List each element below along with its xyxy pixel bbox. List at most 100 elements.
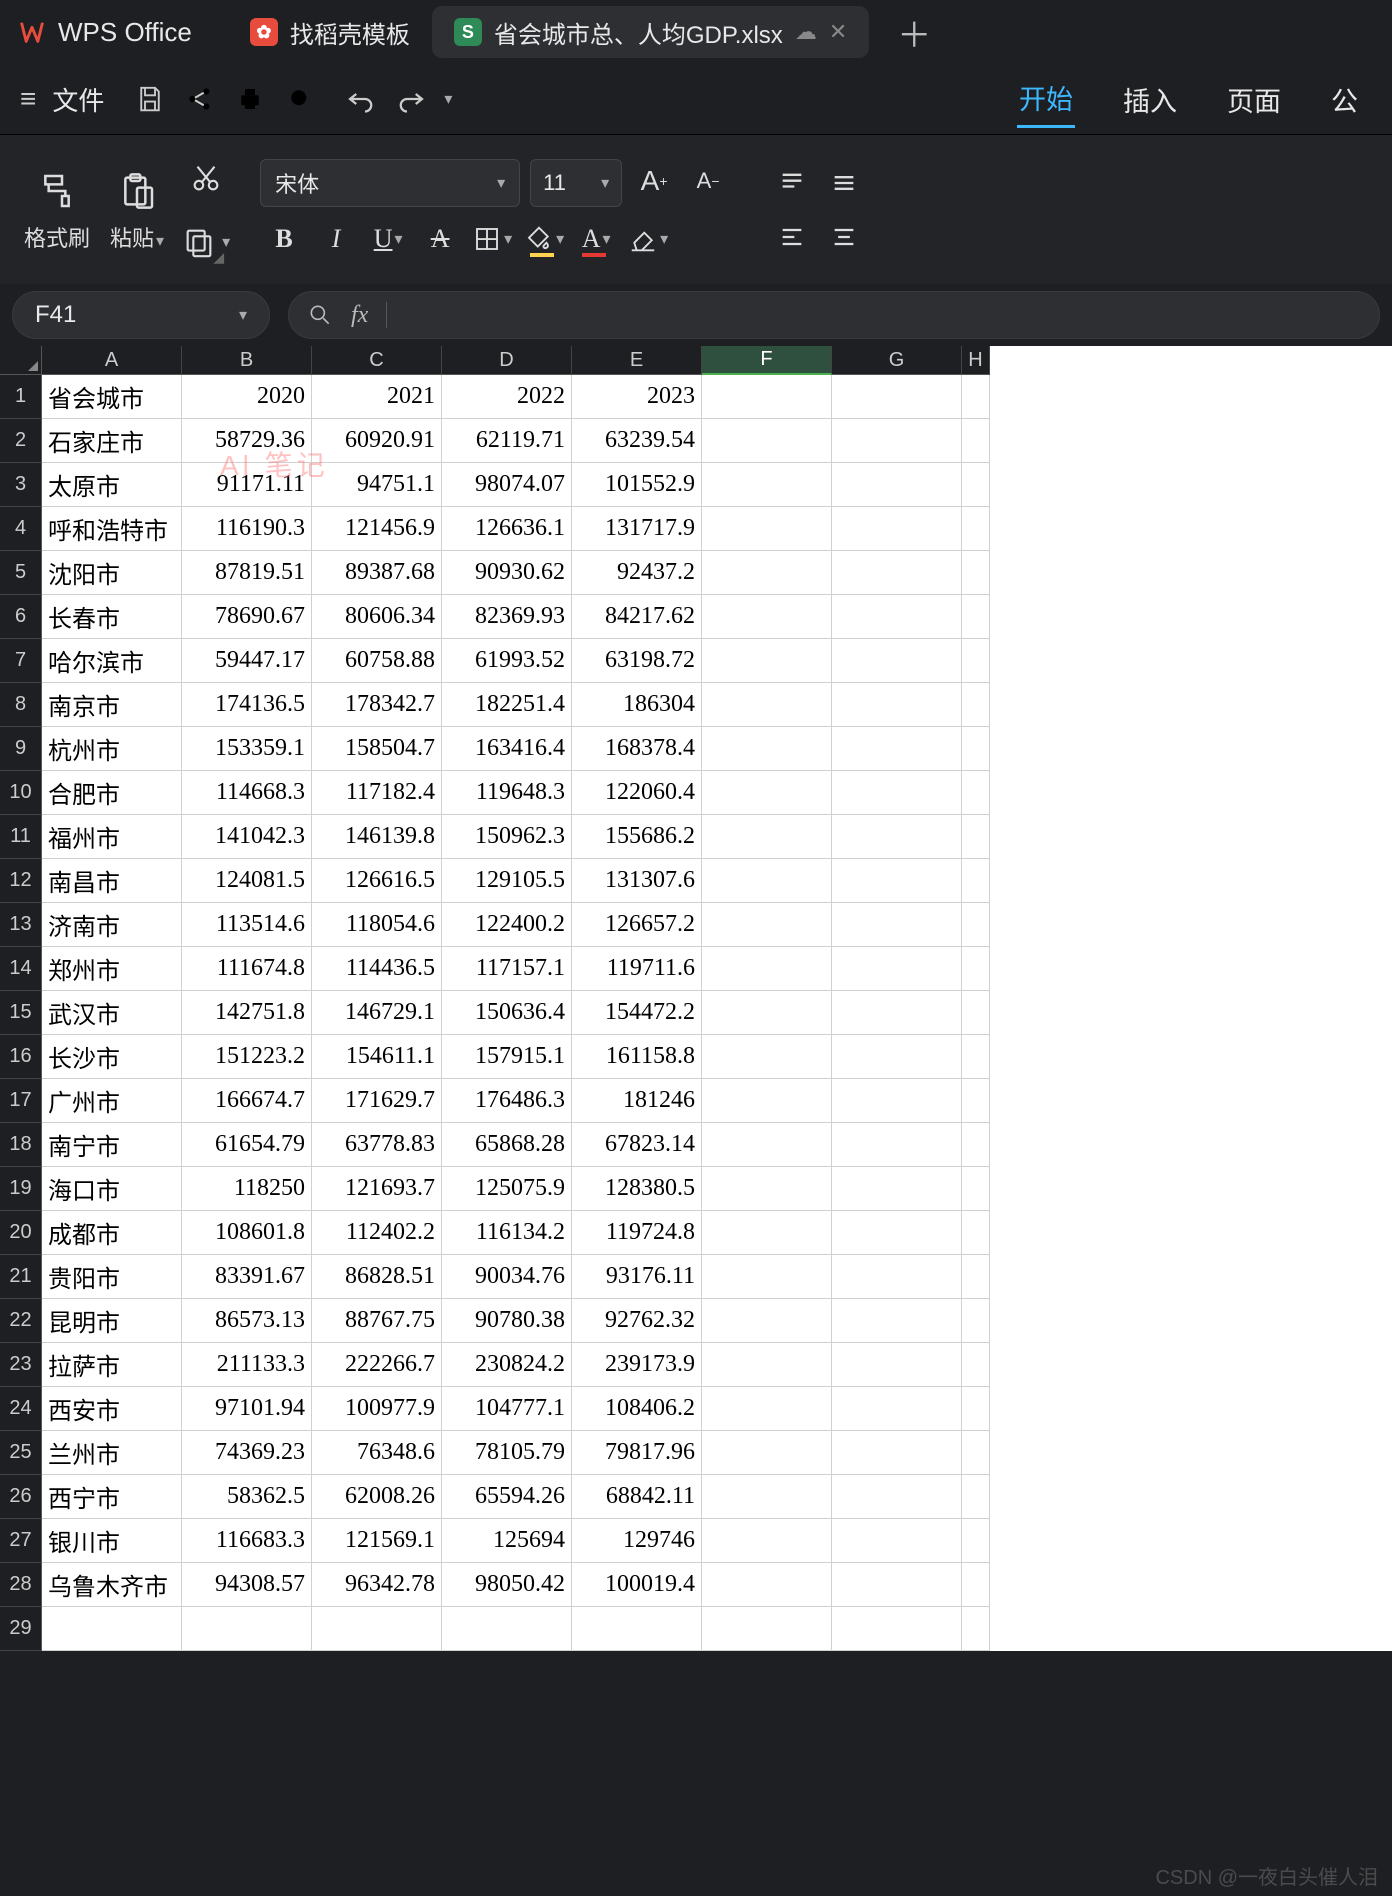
cell[interactable]: 90930.62 (442, 551, 572, 595)
cell[interactable]: 155686.2 (572, 815, 702, 859)
cell[interactable]: 太原市 (42, 463, 182, 507)
cell[interactable]: 63778.83 (312, 1123, 442, 1167)
cell[interactable] (962, 1607, 990, 1651)
cell[interactable] (832, 639, 962, 683)
cell[interactable] (702, 1079, 832, 1123)
cell[interactable] (962, 903, 990, 947)
cell[interactable]: 62119.71 (442, 419, 572, 463)
cell[interactable] (962, 1563, 990, 1607)
cell[interactable] (42, 1607, 182, 1651)
cell[interactable]: 石家庄市 (42, 419, 182, 463)
cell[interactable]: 122060.4 (572, 771, 702, 815)
tab-page[interactable]: 页面 (1225, 72, 1283, 127)
cell[interactable] (702, 375, 832, 419)
clipboard-launcher-icon[interactable]: ◢ (213, 249, 224, 266)
cell[interactable] (832, 1299, 962, 1343)
cell[interactable]: 94751.1 (312, 463, 442, 507)
tab-docer[interactable]: ✿ 找稻壳模板 (228, 6, 432, 58)
cell[interactable] (962, 815, 990, 859)
bold-button[interactable]: B (260, 217, 308, 261)
cell[interactable] (962, 1079, 990, 1123)
cell[interactable]: 176486.3 (442, 1079, 572, 1123)
cell[interactable]: 87819.51 (182, 551, 312, 595)
cell[interactable] (832, 815, 962, 859)
cell[interactable]: 150636.4 (442, 991, 572, 1035)
cell[interactable] (442, 1607, 572, 1651)
cell[interactable] (962, 859, 990, 903)
cell[interactable]: 129105.5 (442, 859, 572, 903)
cell[interactable]: 省会城市 (42, 375, 182, 419)
underline-button[interactable]: U▾ (364, 217, 412, 261)
cell[interactable] (702, 1431, 832, 1475)
row-header[interactable]: 20 (0, 1211, 42, 1255)
close-tab-icon[interactable]: ✕ (829, 19, 847, 45)
row-header[interactable]: 28 (0, 1563, 42, 1607)
hamburger-icon[interactable]: ≡ (14, 83, 42, 115)
file-menu[interactable]: 文件 (52, 81, 104, 118)
cell[interactable]: 61993.52 (442, 639, 572, 683)
cell[interactable]: 80606.34 (312, 595, 442, 639)
cell[interactable] (702, 859, 832, 903)
row-header[interactable]: 16 (0, 1035, 42, 1079)
cell[interactable] (702, 1255, 832, 1299)
cloud-icon[interactable]: ☁ (795, 19, 817, 45)
col-header-C[interactable]: C (312, 346, 442, 375)
cell[interactable]: 158504.7 (312, 727, 442, 771)
cell[interactable]: 131717.9 (572, 507, 702, 551)
cell[interactable]: 西安市 (42, 1387, 182, 1431)
cell[interactable]: 杭州市 (42, 727, 182, 771)
cell[interactable] (832, 507, 962, 551)
cell[interactable] (962, 639, 990, 683)
row-header[interactable]: 5 (0, 551, 42, 595)
row-header[interactable]: 21 (0, 1255, 42, 1299)
cell[interactable]: 153359.1 (182, 727, 312, 771)
cell[interactable]: 哈尔滨市 (42, 639, 182, 683)
cell[interactable] (702, 1211, 832, 1255)
cell[interactable]: 63198.72 (572, 639, 702, 683)
cell[interactable] (702, 1519, 832, 1563)
cell[interactable]: 174136.5 (182, 683, 312, 727)
row-header[interactable]: 23 (0, 1343, 42, 1387)
cell[interactable]: 58729.36 (182, 419, 312, 463)
cell[interactable]: 59447.17 (182, 639, 312, 683)
cell[interactable]: 122400.2 (442, 903, 572, 947)
row-header[interactable]: 1 (0, 375, 42, 419)
cell[interactable]: 178342.7 (312, 683, 442, 727)
cell[interactable] (702, 1563, 832, 1607)
cell[interactable]: 168378.4 (572, 727, 702, 771)
row-header[interactable]: 2 (0, 419, 42, 463)
col-header-B[interactable]: B (182, 346, 312, 375)
cell[interactable]: 151223.2 (182, 1035, 312, 1079)
cell[interactable] (962, 1475, 990, 1519)
cell[interactable] (572, 1607, 702, 1651)
cell[interactable]: 121569.1 (312, 1519, 442, 1563)
cell[interactable]: 65868.28 (442, 1123, 572, 1167)
preview-button[interactable] (278, 77, 322, 121)
cell[interactable] (832, 1475, 962, 1519)
cell[interactable]: 121693.7 (312, 1167, 442, 1211)
cell[interactable] (702, 903, 832, 947)
cell[interactable]: 108601.8 (182, 1211, 312, 1255)
increase-font-button[interactable]: A+ (632, 159, 676, 203)
row-header[interactable]: 3 (0, 463, 42, 507)
row-header[interactable]: 13 (0, 903, 42, 947)
cell[interactable] (962, 551, 990, 595)
cell[interactable]: 84217.62 (572, 595, 702, 639)
cell[interactable]: 60758.88 (312, 639, 442, 683)
cell[interactable]: 126616.5 (312, 859, 442, 903)
cell[interactable] (832, 1211, 962, 1255)
cell[interactable] (962, 1167, 990, 1211)
cell[interactable]: 157915.1 (442, 1035, 572, 1079)
select-all-corner[interactable] (0, 346, 42, 375)
row-header[interactable]: 22 (0, 1299, 42, 1343)
cell[interactable] (832, 1123, 962, 1167)
row-header[interactable]: 29 (0, 1607, 42, 1651)
cell[interactable] (832, 375, 962, 419)
cell[interactable]: 101552.9 (572, 463, 702, 507)
cell[interactable] (702, 463, 832, 507)
col-header-H[interactable]: H (962, 346, 990, 375)
cell[interactable]: 海口市 (42, 1167, 182, 1211)
cell[interactable]: 125075.9 (442, 1167, 572, 1211)
cell[interactable]: 171629.7 (312, 1079, 442, 1123)
cell[interactable]: 146139.8 (312, 815, 442, 859)
